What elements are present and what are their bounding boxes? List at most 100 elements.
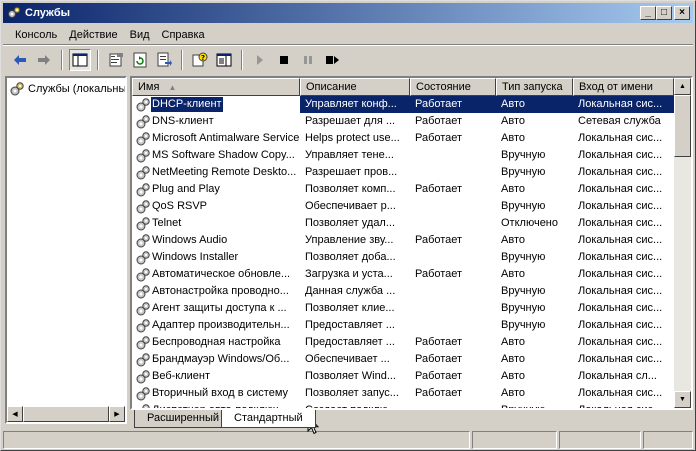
table-row[interactable]: DHCP-клиент Управляет конф... Работает Авто… [132,96,674,113]
status-panel [3,431,470,449]
table-row[interactable]: Автоматическое обновле... Загрузка и уста… [132,266,674,283]
service-logon-as: Локальная сис... [578,149,663,161]
help-button[interactable]: ? [189,49,211,71]
table-row[interactable]: Адаптер производительн... Предоставляет .… [132,317,674,334]
service-name-cell: Веб-клиент [132,368,300,385]
scroll-thumb[interactable] [674,95,691,157]
service-logon-as: Локальная сис... [578,336,663,348]
service-name-cell: MS Software Shadow Copy... [132,147,300,164]
restart-service-button[interactable] [321,49,343,71]
column-header-name[interactable]: Имя ▲ [132,78,300,96]
minimize-button[interactable]: _ [640,6,656,20]
service-description: Управляет конф... [300,96,410,113]
scroll-thumb[interactable] [23,406,109,422]
service-startup-type: Вручную [501,251,546,263]
service-gear-icon [142,403,150,408]
console-tree[interactable]: Службы (локальные) ◀ ▶ [5,76,127,424]
service-logon-as: Локальная сис... [578,200,663,212]
tab-extended[interactable]: Расширенный [134,410,232,428]
column-header-status[interactable]: Состояние [410,78,496,96]
status-bar [3,431,693,449]
table-row[interactable]: Веб-клиент Позволяет Wind... Работает Авто Л… [132,368,674,385]
service-gear-icon [136,352,150,366]
back-button[interactable] [9,49,31,71]
service-gear-icon [136,131,150,145]
service-gear-icon [136,233,150,247]
service-name-cell: Адаптер производительн... [132,317,300,334]
service-name: Автоматическое обновле... [152,268,291,280]
service-gear-icon [136,284,150,298]
table-row[interactable]: Беспроводная настройка Предоставляет ... Р… [132,334,674,351]
table-row[interactable]: Диспетчер авто-подключ... Создает подклю.… [132,402,674,408]
table-row[interactable]: Брандмауэр Windows/Об... Обеспечивает ...… [132,351,674,368]
forward-button[interactable] [33,49,55,71]
show-action-pane-button[interactable] [213,49,235,71]
status-panel [471,431,558,449]
service-logon-as: Локальная сис... [573,96,674,113]
refresh-button[interactable] [129,49,151,71]
list-vertical-scrollbar[interactable]: ▲ ▼ [674,78,691,408]
show-tree-button[interactable] [69,49,91,71]
title-bar[interactable]: Службы _ □ × [3,3,693,23]
forward-icon [38,55,50,65]
down-arrow-icon: ▼ [679,396,686,403]
tree-item-services-local[interactable]: Службы (локальные) [9,81,125,97]
service-logon-as: Сетевая служба [578,115,661,127]
service-startup-type: Авто [501,234,525,246]
services-list[interactable]: Имя ▲ Описание Состояние Тип запуска Вхо… [130,76,693,410]
stop-service-icon [280,56,288,64]
table-row[interactable]: Plug and Play Позволяет комп... Работает Ав… [132,181,674,198]
service-startup-type: Вручную [501,200,546,212]
service-name: Windows Installer [152,251,239,263]
export-list-button[interactable] [153,49,175,71]
scroll-left-button[interactable]: ◀ [7,406,23,422]
toolbar-separator [97,50,99,70]
table-row[interactable]: Windows Audio Управление зву... Работает Ав… [132,232,674,249]
service-name: NetMeeting Remote Deskto... [152,166,297,178]
table-row[interactable]: NetMeeting Remote Deskto... Разрешает про… [132,164,674,181]
service-logon-as: Локальная сис... [578,285,663,297]
status-panel [559,431,642,449]
maximize-icon: □ [660,7,668,18]
table-row[interactable]: Microsoft Antimalware Service Helps prote… [132,130,674,147]
maximize-button[interactable]: □ [656,6,672,20]
service-name: Plug and Play [152,183,220,195]
table-row[interactable]: MS Software Shadow Copy... Управляет тене… [132,147,674,164]
tab-standard[interactable]: Стандартный [221,410,316,428]
pause-service-button[interactable] [297,49,319,71]
scroll-right-button[interactable]: ▶ [109,406,125,422]
column-header-logon-as[interactable]: Вход от имени [573,78,674,96]
close-button[interactable]: × [674,6,690,20]
service-gear-icon [136,165,150,179]
table-row[interactable]: QoS RSVP Обеспечивает р... Вручную Локальна… [132,198,674,215]
service-status [410,300,496,317]
service-name-cell: Автонастройка проводно... [132,283,300,300]
menu-view[interactable]: Вид [124,26,156,44]
service-description: Управляет тене... [305,149,394,161]
table-row[interactable]: DNS-клиент Разрешает для ... Работает Авто С… [132,113,674,130]
column-header-startup-type[interactable]: Тип запуска [496,78,573,96]
menu-console[interactable]: Консоль [9,26,63,44]
service-gear-icon [136,182,150,196]
start-service-button[interactable] [249,49,271,71]
service-description: Разрешает для ... [305,115,396,127]
table-row[interactable]: Telnet Позволяет удал... Отключено Локальна… [132,215,674,232]
status-panel [643,431,693,449]
scroll-down-button[interactable]: ▼ [674,391,691,408]
stop-service-button[interactable] [273,49,295,71]
table-row[interactable]: Агент защиты доступа к ... Позволяет клие… [132,300,674,317]
menu-help[interactable]: Справка [156,26,211,44]
tree-horizontal-scrollbar[interactable]: ◀ ▶ [7,406,125,422]
restart-service-icon [326,56,339,64]
service-status: Работает [415,387,463,399]
table-row[interactable]: Вторичный вход в систему Позволяет запус.… [132,385,674,402]
scroll-up-button[interactable]: ▲ [674,78,691,95]
properties-button[interactable] [105,49,127,71]
service-startup-type: Вручную [501,166,546,178]
table-row[interactable]: Windows Installer Позволяет доба... Вручну… [132,249,674,266]
service-name-cell: Беспроводная настройка [132,334,300,351]
column-header-description[interactable]: Описание [300,78,410,96]
service-name-cell: Plug and Play [132,181,300,198]
menu-action[interactable]: Действие [63,26,123,44]
table-row[interactable]: Автонастройка проводно... Данная служба .… [132,283,674,300]
